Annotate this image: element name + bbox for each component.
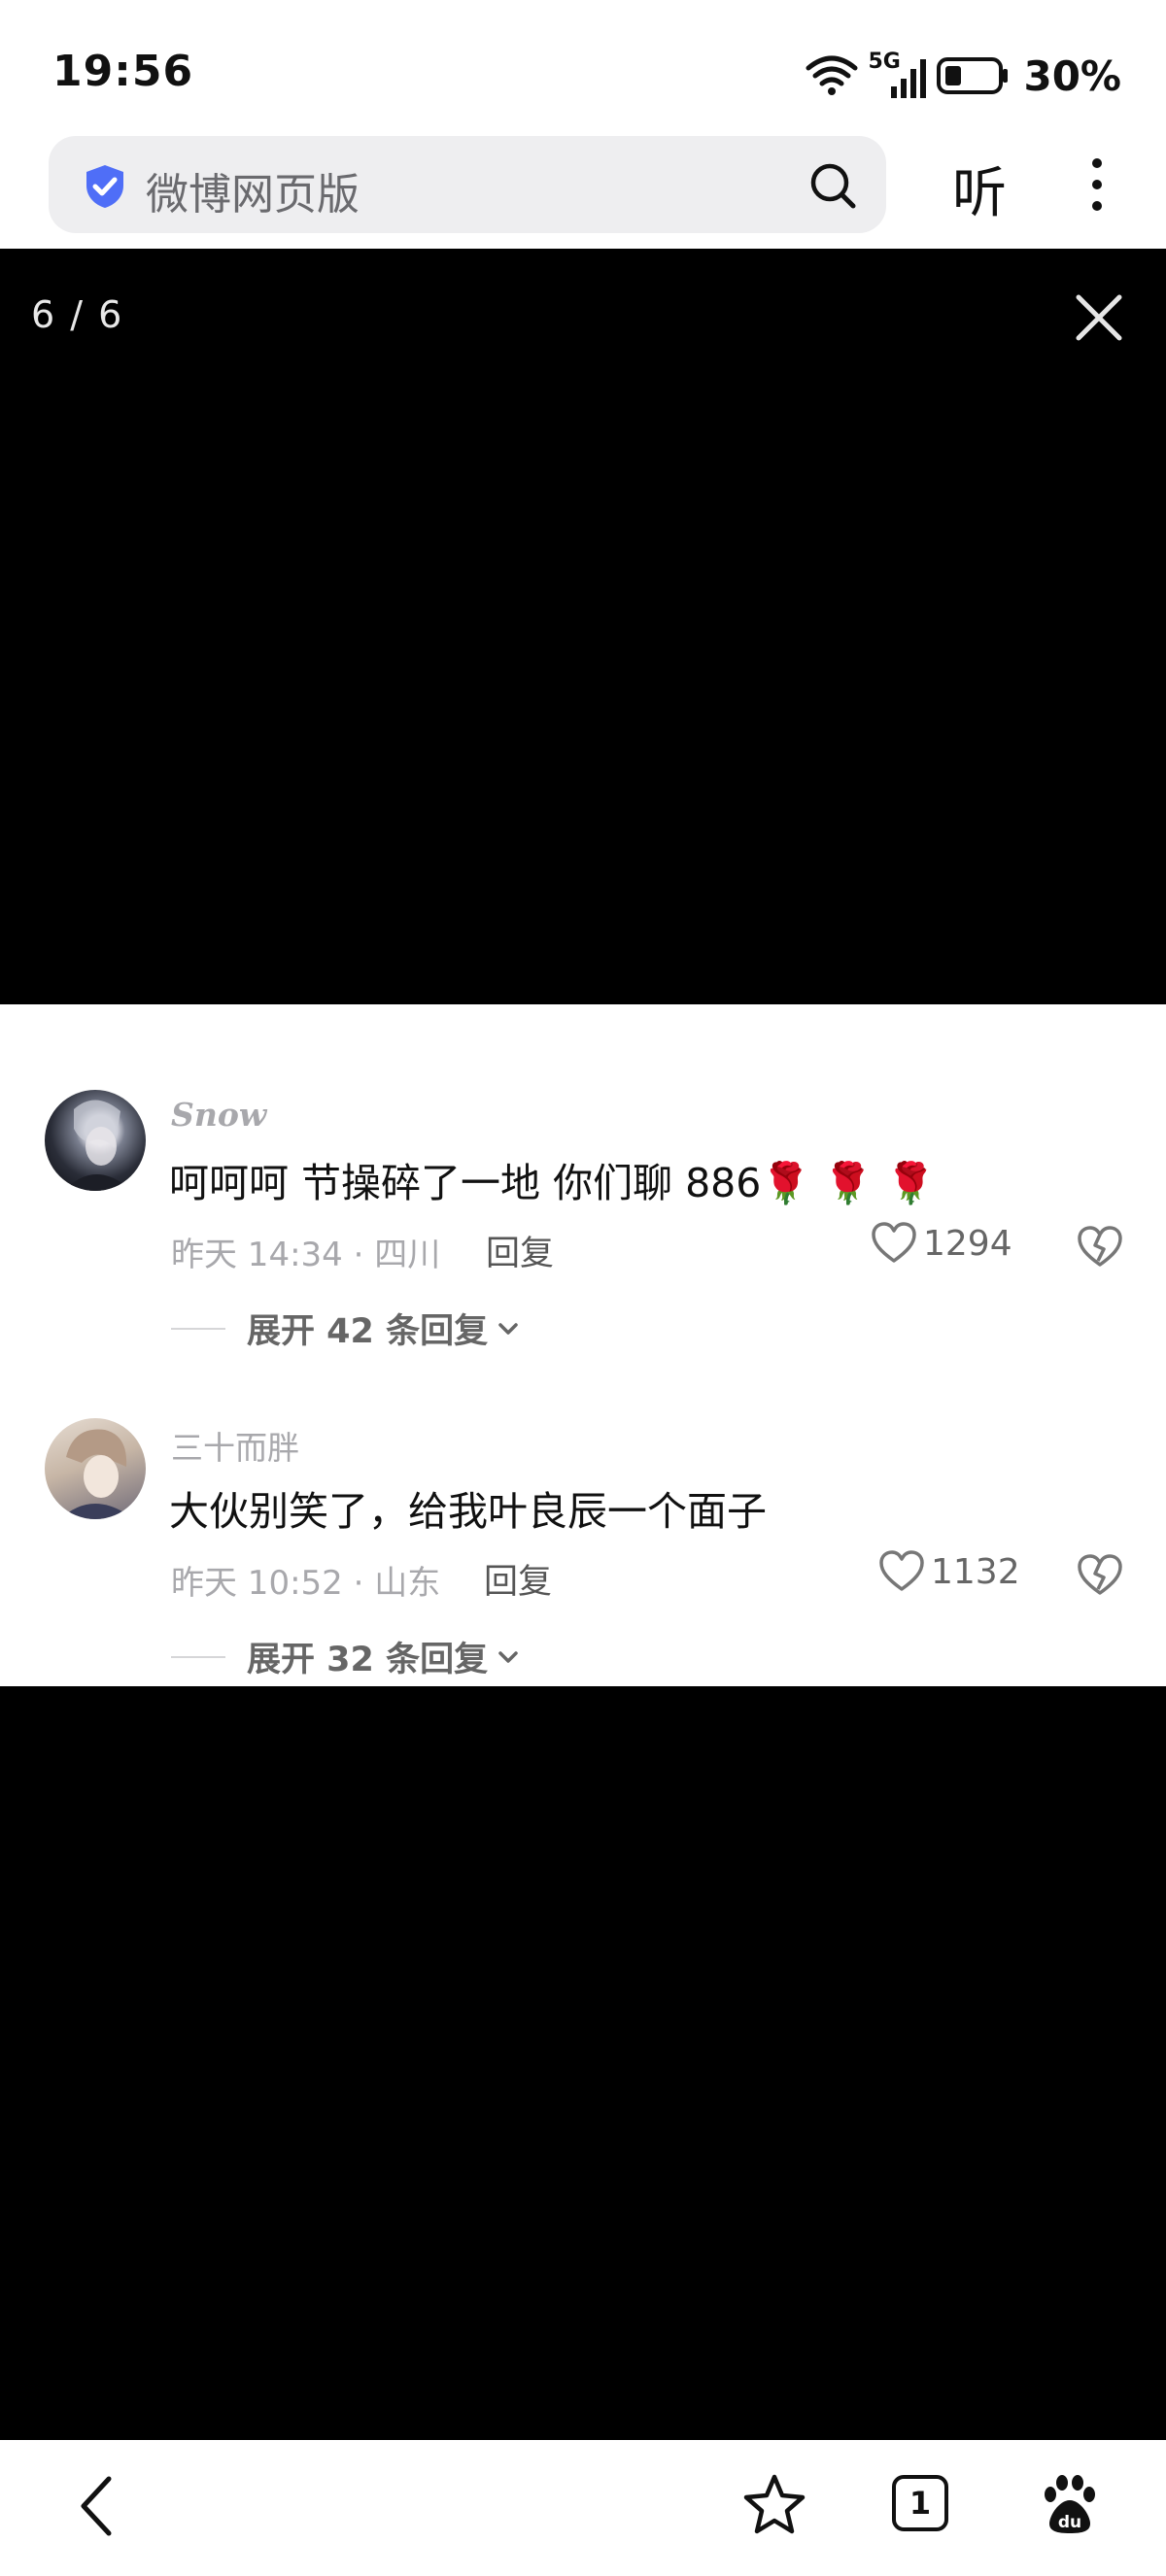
like-count: 1294 [923,1223,1012,1264]
divider [171,1655,225,1658]
heart-icon [872,1222,916,1263]
comment-screenshot: Snow 呵呵呵 节操碎了一地 你们聊 886🌹 🌹 🌹 昨天 14:34 · … [0,1004,1166,1686]
broken-heart-icon[interactable] [1077,1226,1123,1269]
divider [171,1327,225,1330]
status-icons: 5G 30% [806,49,1121,103]
address-text: 微博网页版 [146,170,360,220]
search-icon[interactable] [808,161,857,210]
wifi-icon [806,55,858,95]
image-viewer-background[interactable] [0,1686,1166,2440]
broken-heart-icon[interactable] [1077,1554,1123,1597]
comment-meta: 昨天 10:52 · 山东 [171,1564,441,1603]
browser-bottom-nav: 1 du [0,2440,1166,2576]
heart-icon [879,1550,924,1591]
avatar [45,1090,146,1191]
battery-percent: 30% [1023,51,1121,100]
comment-meta: 昨天 14:34 · 四川 [171,1236,441,1274]
expand-replies[interactable]: 展开 32 条回复 [171,1632,523,1681]
expand-replies[interactable]: 展开 42 条回复 [171,1304,523,1353]
image-viewer[interactable]: 6 / 6 [0,249,1166,1004]
listen-button[interactable]: 听 [952,150,1007,228]
like-count: 1132 [931,1551,1020,1592]
svg-text:du: du [1058,2513,1081,2532]
more-vertical-icon[interactable] [1080,155,1114,214]
status-time: 19:56 [52,47,194,96]
chevron-down-icon [498,1322,518,1335]
battery-icon [937,57,1009,94]
like-button[interactable]: 1294 [871,1222,1012,1265]
tabs-button[interactable]: 1 [892,2475,948,2531]
tab-count: 1 [909,2485,932,2522]
image-counter: 6 / 6 [31,293,124,336]
like-button[interactable]: 1132 [878,1550,1020,1593]
status-bar: 19:56 5G 30% [0,0,1166,136]
browser-toolbar: 微博网页版 听 [0,126,1166,249]
expand-label: 展开 32 条回复 [247,1641,489,1679]
expand-label: 展开 42 条回复 [247,1312,489,1351]
comment-text: 大伙别笑了，给我叶良辰一个面子 [169,1488,767,1535]
star-icon[interactable] [742,2473,806,2535]
avatar [45,1418,146,1519]
comment-text: 呵呵呵 节操碎了一地 你们聊 886🌹 🌹 🌹 [169,1160,936,1206]
baidu-paw-icon[interactable]: du [1042,2473,1098,2535]
username[interactable]: 三十而胖 [171,1422,299,1469]
close-icon[interactable] [1075,293,1123,342]
back-icon[interactable] [78,2475,117,2537]
chevron-down-icon [498,1650,518,1663]
signal-icon: 5G [868,50,927,100]
reply-button[interactable]: 回复 [486,1226,554,1275]
reply-button[interactable]: 回复 [484,1554,552,1604]
shield-check-icon [86,165,123,208]
username[interactable]: Snow [171,1096,266,1134]
address-bar[interactable]: 微博网页版 [49,136,886,233]
